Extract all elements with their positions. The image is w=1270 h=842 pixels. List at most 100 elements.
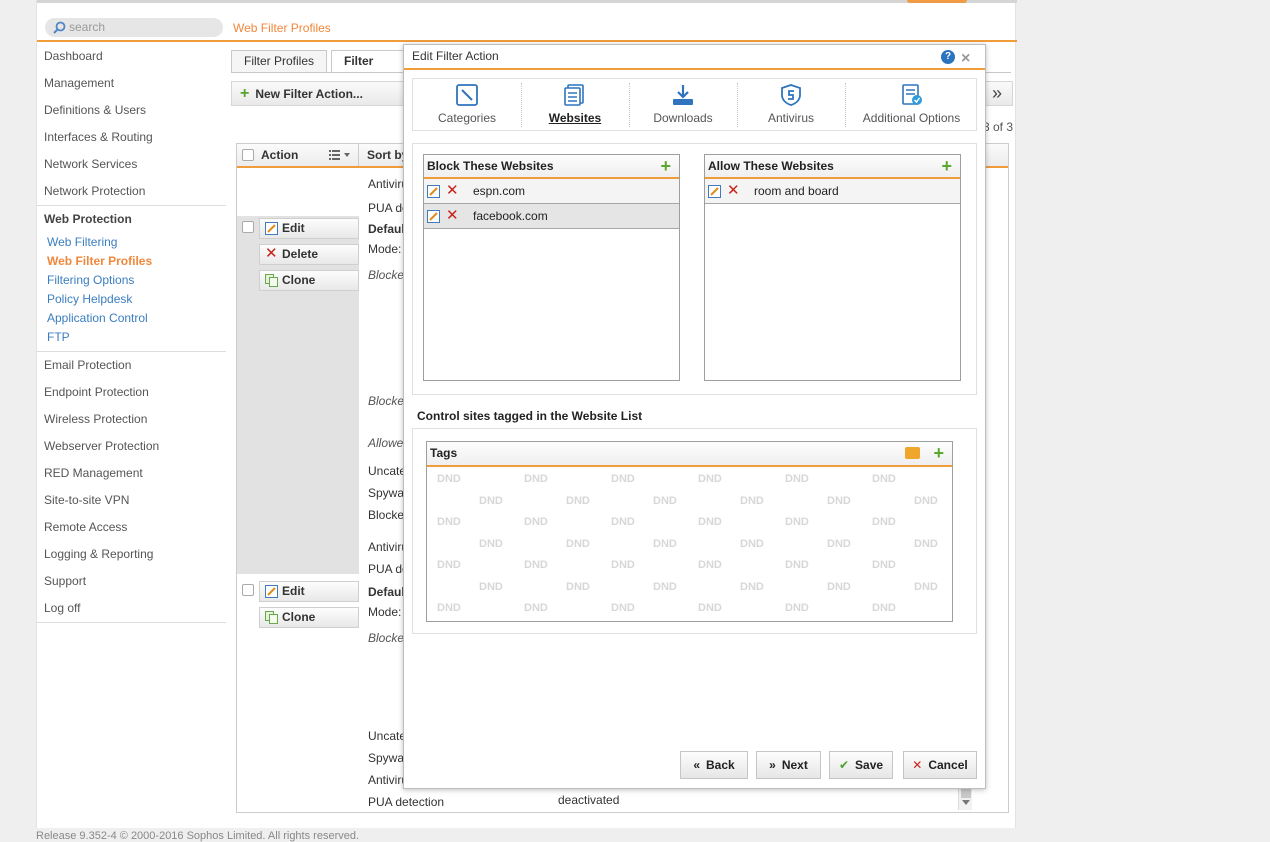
sidebar-item-wireless-protection[interactable]: Wireless Protection — [37, 406, 226, 433]
dnd-label: DND — [827, 494, 851, 507]
sidebar-item-red-management[interactable]: RED Management — [37, 460, 226, 487]
sidebar-subitem-ftp[interactable]: FTP — [37, 328, 226, 347]
check-icon: ✔ — [838, 758, 850, 772]
dnd-label: DND — [611, 559, 635, 571]
dnd-label: DND — [611, 602, 635, 614]
table-cell-value: deactivated — [558, 793, 620, 807]
new-filter-action-button[interactable]: + New Filter Action... — [231, 81, 406, 106]
sidebar-item-site-to-site-vpn[interactable]: Site-to-site VPN — [37, 487, 226, 514]
save-button[interactable]: ✔ Save — [829, 751, 893, 779]
scroll-down-icon[interactable] — [962, 800, 970, 805]
delete-button[interactable]: ✕ Delete — [259, 244, 359, 265]
sidebar-item-support[interactable]: Support — [37, 568, 226, 595]
edit-icon — [265, 222, 278, 235]
delete-icon[interactable]: ✕ — [446, 179, 459, 203]
cancel-button[interactable]: ✕ Cancel — [903, 751, 977, 779]
sidebar-item-web-protection[interactable]: Web Protection — [37, 206, 226, 233]
top-bar — [37, 0, 1017, 3]
dnd-label: DND — [524, 473, 548, 485]
save-label: Save — [855, 758, 884, 772]
dnd-label: DND — [740, 537, 764, 550]
list-item[interactable]: ✕ espn.com — [424, 179, 679, 204]
block-websites-list: Block These Websites + ✕ espn.com ✕ face… — [423, 154, 680, 381]
clone-button[interactable]: Clone — [259, 270, 359, 291]
wizard-tab-websites[interactable]: Websites — [521, 79, 629, 130]
tab-filter-profiles[interactable]: Filter Profiles — [231, 50, 328, 72]
dnd-label: DND — [872, 473, 896, 485]
table-cell: Uncate — [368, 464, 407, 478]
sidebar-item-definitions-users[interactable]: Definitions & Users — [37, 97, 226, 124]
tags-list[interactable]: Tags + DND DND DND DND DND DND DND DND DND DND DND… — [426, 441, 953, 622]
tags-panel: Tags + DND DND DND DND DND DND DND DND DND DND DND… — [412, 428, 977, 634]
list-item-label: espn.com — [473, 184, 526, 198]
wizard-tab-antivirus[interactable]: Antivirus — [737, 79, 845, 130]
column-menu-icon[interactable] — [329, 150, 351, 161]
table-cell-name: Defaul — [368, 585, 405, 599]
record-count: 3 of 3 — [983, 120, 1014, 134]
edit-button[interactable]: Edit — [259, 218, 359, 239]
edit-icon[interactable] — [708, 185, 721, 198]
sidebar-item-email-protection[interactable]: Email Protection — [37, 352, 226, 379]
add-block-website-icon[interactable]: + — [660, 155, 671, 177]
back-button[interactable]: « Back — [680, 751, 748, 779]
help-icon[interactable]: ? — [941, 50, 955, 64]
sidebar-subitem-policy-helpdesk[interactable]: Policy Helpdesk — [37, 290, 226, 309]
sidebar-item-logging-reporting[interactable]: Logging & Reporting — [37, 541, 226, 568]
next-button[interactable]: » Next — [756, 751, 821, 779]
categories-icon — [456, 84, 478, 106]
delete-icon: ✕ — [265, 245, 278, 262]
clone-icon — [265, 611, 278, 624]
dnd-label: DND — [827, 580, 851, 593]
sidebar-web-protection-group: Web Protection Web Filtering Web Filter … — [37, 206, 226, 352]
dnd-label: DND — [524, 602, 548, 614]
sidebar-subitem-web-filtering[interactable]: Web Filtering — [37, 233, 226, 252]
list-item[interactable]: ✕ facebook.com — [424, 204, 679, 229]
edit-icon[interactable] — [427, 185, 440, 198]
sidebar-item-dashboard[interactable]: Dashboard — [37, 43, 226, 70]
tags-title: Tags — [430, 446, 458, 460]
list-item[interactable]: ✕ room and board — [705, 179, 960, 204]
add-allow-website-icon[interactable]: + — [941, 155, 952, 177]
sidebar-item-network-services[interactable]: Network Services — [37, 151, 226, 178]
sidebar-subitem-filtering-options[interactable]: Filtering Options — [37, 271, 226, 290]
add-tag-icon[interactable]: + — [933, 442, 944, 465]
close-icon[interactable]: × — [961, 47, 970, 70]
edit-button[interactable]: Edit — [259, 581, 359, 602]
edit-filter-action-dialog: Edit Filter Action ? × Categories Websit… — [403, 44, 986, 789]
dialog-title: Edit Filter Action — [412, 49, 499, 63]
folder-icon[interactable] — [905, 447, 920, 459]
dnd-label: DND — [914, 580, 938, 593]
search-input[interactable]: search — [45, 18, 223, 37]
row-checkbox[interactable] — [242, 221, 254, 233]
dnd-label: DND — [653, 537, 677, 550]
sidebar-item-management[interactable]: Management — [37, 70, 226, 97]
sidebar-item-log-off[interactable]: Log off — [37, 595, 226, 622]
wizard-tab-additional-options[interactable]: Additional Options — [845, 79, 978, 130]
sidebar-subitem-web-filter-profiles[interactable]: Web Filter Profiles — [37, 252, 226, 271]
dnd-label: DND — [827, 537, 851, 550]
sidebar-item-interfaces-routing[interactable]: Interfaces & Routing — [37, 124, 226, 151]
row-checkbox[interactable] — [242, 584, 254, 596]
table-cell: Blocke — [368, 394, 405, 408]
clone-button[interactable]: Clone — [259, 607, 359, 628]
column-divider — [358, 144, 359, 166]
delete-icon[interactable]: ✕ — [446, 204, 459, 228]
clone-icon — [265, 274, 278, 287]
delete-icon[interactable]: ✕ — [727, 179, 740, 203]
edit-icon[interactable] — [427, 210, 440, 223]
edit-icon — [265, 585, 278, 598]
sidebar-item-remote-access[interactable]: Remote Access — [37, 514, 226, 541]
select-all-checkbox[interactable] — [242, 149, 254, 161]
wizard-tab-categories[interactable]: Categories — [413, 79, 521, 130]
dnd-label: DND — [566, 494, 590, 507]
sidebar-item-network-protection[interactable]: Network Protection — [37, 178, 226, 205]
tab-filter-actions[interactable]: Filter Actio — [331, 50, 411, 72]
wizard-tab-downloads[interactable]: Downloads — [629, 79, 737, 130]
table-cell: Allowe — [368, 436, 404, 450]
table-cell: Blocke — [368, 631, 405, 645]
block-list-header: Block These Websites + — [424, 155, 679, 179]
sidebar-item-endpoint-protection[interactable]: Endpoint Protection — [37, 379, 226, 406]
sidebar-subitem-application-control[interactable]: Application Control — [37, 309, 226, 328]
sidebar-item-webserver-protection[interactable]: Webserver Protection — [37, 433, 226, 460]
dnd-label: DND — [785, 602, 809, 614]
